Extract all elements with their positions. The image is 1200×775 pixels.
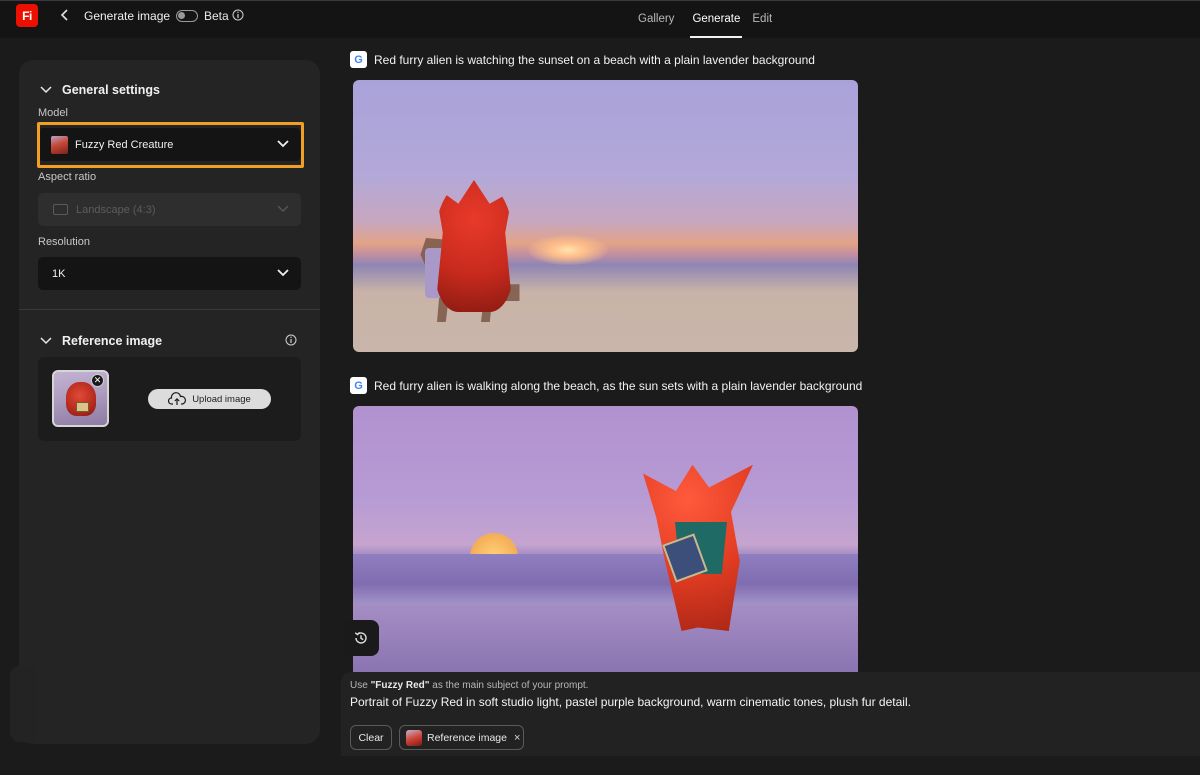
tab-gallery[interactable]: Gallery <box>636 1 682 38</box>
generated-image-1[interactable] <box>353 80 858 352</box>
settings-panel: General settings Model Fuzzy Red Creatur… <box>19 60 320 744</box>
result-prompt-1: G Red furry alien is watching the sunset… <box>350 51 815 68</box>
google-model-icon: G <box>350 51 367 68</box>
result-prompt-2: G Red furry alien is walking along the b… <box>350 377 862 394</box>
hint-prefix: Use <box>350 680 371 691</box>
reference-image-chip[interactable]: Reference image × <box>399 725 524 750</box>
reference-image-title: Reference image <box>62 334 163 348</box>
model-value: Fuzzy Red Creature <box>75 138 174 151</box>
close-icon[interactable]: × <box>514 732 520 744</box>
chevron-down-icon <box>40 86 52 94</box>
info-icon[interactable] <box>285 334 297 346</box>
google-model-icon: G <box>350 377 367 394</box>
aspect-ratio-dropdown: Landscape (4:3) <box>38 193 301 226</box>
general-settings-title: General settings <box>62 83 160 97</box>
reference-image-header[interactable]: Reference image <box>40 334 162 348</box>
firefly-logo[interactable]: Fi <box>16 4 38 27</box>
tab-edit[interactable]: Edit <box>750 1 780 38</box>
upload-image-label: Upload image <box>192 393 251 405</box>
chip-thumbnail <box>406 729 422 746</box>
model-dropdown[interactable]: Fuzzy Red Creature <box>38 128 301 161</box>
result-prompt-text: Red furry alien is walking along the bea… <box>374 378 863 393</box>
wet-sand <box>353 604 858 672</box>
main-tabs: Gallery Generate Edit <box>636 1 788 38</box>
cloud-upload-icon <box>168 392 187 405</box>
reference-image-box: ✕ Upload image <box>38 357 301 441</box>
result-prompt-text: Red furry alien is watching the sunset o… <box>374 52 815 67</box>
prompt-bar: Use "Fuzzy Red" as the main subject of y… <box>341 672 1200 756</box>
resolution-label: Resolution <box>38 236 90 248</box>
chevron-down-icon <box>277 205 289 213</box>
model-thumbnail <box>51 135 68 154</box>
chevron-down-icon <box>277 140 289 148</box>
prompt-input[interactable]: Portrait of Fuzzy Red in soft studio lig… <box>350 695 911 709</box>
remove-reference-icon[interactable]: ✕ <box>91 374 104 387</box>
resolution-value: 1K <box>52 267 66 280</box>
prompt-hint: Use "Fuzzy Red" as the main subject of y… <box>350 680 588 691</box>
panel-edge-handle[interactable] <box>10 666 38 742</box>
chip-label: Reference image <box>427 731 507 744</box>
top-bar: Fi Generate image Beta Gallery Generate … <box>0 0 1200 38</box>
clear-button[interactable]: Clear <box>350 725 392 750</box>
model-label: Model <box>38 107 68 119</box>
red-alien-figure <box>435 180 513 312</box>
hint-subject: "Fuzzy Red" <box>370 680 430 691</box>
history-button[interactable] <box>343 620 379 656</box>
book-image <box>76 402 89 412</box>
hint-suffix: as the main subject of your prompt. <box>429 680 589 691</box>
beta-label: Beta <box>204 9 229 23</box>
section-divider <box>19 309 320 310</box>
aspect-ratio-icon <box>53 204 68 215</box>
back-arrow-icon[interactable] <box>58 7 72 23</box>
aspect-ratio-label: Aspect ratio <box>38 171 97 183</box>
resolution-dropdown[interactable]: 1K <box>38 257 301 290</box>
aspect-ratio-value: Landscape (4:3) <box>76 203 156 216</box>
beta-toggle[interactable] <box>176 10 198 22</box>
chevron-down-icon <box>277 269 289 277</box>
sunset-glow <box>528 235 608 265</box>
general-settings-header[interactable]: General settings <box>40 83 160 97</box>
page-title: Generate image <box>84 9 171 23</box>
history-icon <box>354 631 367 644</box>
tab-generate[interactable]: Generate <box>690 1 743 38</box>
chevron-down-icon <box>40 337 52 345</box>
upload-image-button[interactable]: Upload image <box>148 389 271 409</box>
generated-image-2[interactable] <box>353 406 858 672</box>
info-icon[interactable] <box>232 9 244 21</box>
